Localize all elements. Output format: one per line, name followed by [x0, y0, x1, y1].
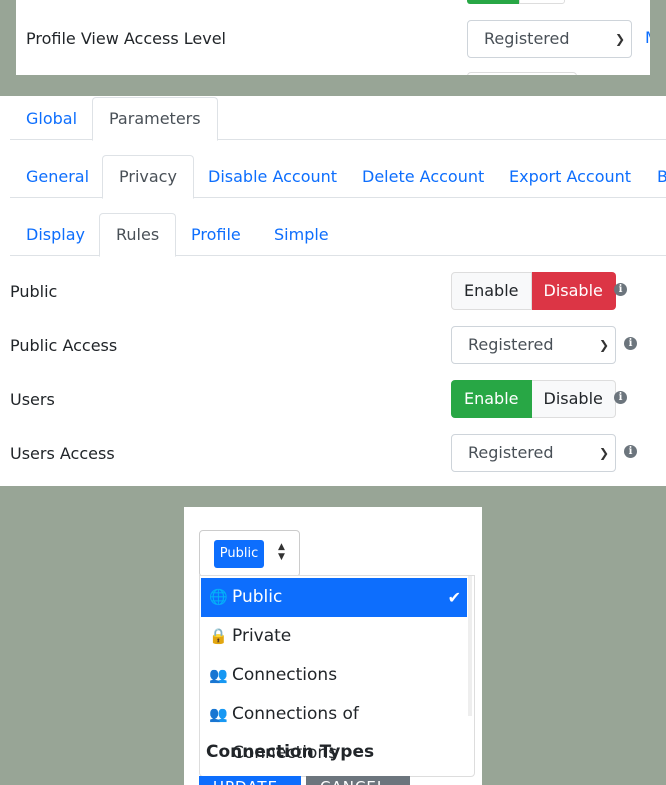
dropdown-scrollbar[interactable]: [468, 576, 472, 716]
users-access-select[interactable]: Registered ❯: [451, 434, 616, 472]
users-label: Users: [10, 390, 55, 409]
option-private[interactable]: 🔒 Private: [201, 617, 467, 656]
privacy-dropdown-panel: Public ▲ ▼ 🌐 Public ✔ 🔒 Private 👥 Connect…: [184, 507, 482, 785]
check-icon: ✔: [447, 588, 461, 607]
option-label: Connections: [232, 665, 338, 685]
connection-types-header: Connection Types: [206, 742, 375, 762]
profile-view-access-label: Profile View Access Level: [26, 29, 226, 48]
tab-general[interactable]: General: [10, 155, 105, 198]
users-disable-button[interactable]: Disable: [531, 380, 616, 418]
users-icon: 👥: [209, 666, 228, 684]
users-access-label: Users Access: [10, 444, 115, 463]
public-toggle: Enable Disable: [451, 272, 616, 310]
users-enable-button[interactable]: Enable: [451, 380, 532, 418]
users-toggle: Enable Disable: [451, 380, 616, 418]
privacy-dropdown-button[interactable]: Public ▲ ▼: [199, 530, 300, 577]
chevron-down-icon: ❯: [598, 446, 609, 460]
public-enable-button[interactable]: Enable: [451, 272, 532, 310]
info-icon[interactable]: i: [614, 283, 627, 296]
chevron-down-icon: ❯: [598, 338, 609, 352]
tab-rules[interactable]: Rules: [99, 213, 177, 257]
users-access-value: Registered: [468, 443, 554, 462]
next-field-stub: [467, 72, 577, 75]
update-button[interactable]: UPDATE: [199, 776, 301, 785]
option-connections-of-connections[interactable]: 👥 Connections of Connections: [201, 695, 467, 763]
tab-simple[interactable]: Simple: [258, 213, 345, 256]
sort-arrows-icon: ▲ ▼: [278, 542, 285, 562]
settings-panel: Global Parameters General Privacy Disabl…: [0, 96, 666, 486]
top-toggle-group: [467, 0, 565, 4]
tab-global[interactable]: Global: [10, 97, 93, 140]
public-access-value: Registered: [468, 335, 554, 354]
chevron-down-icon: ❯: [614, 32, 625, 46]
tabs-level1: Global Parameters: [10, 97, 666, 141]
tabs-level3: Display Rules Profile Simple: [10, 213, 666, 257]
public-label: Public: [10, 282, 58, 301]
tab-privacy[interactable]: Privacy: [102, 155, 194, 199]
top-disable-button[interactable]: [519, 0, 565, 4]
selected-privacy-pill: Public: [214, 540, 264, 568]
tabs-level2: General Privacy Disable Account Delete A…: [10, 155, 666, 199]
tab-disable-account[interactable]: Disable Account: [192, 155, 353, 198]
tab-export-account[interactable]: Export Account: [493, 155, 647, 198]
tab-b[interactable]: B: [641, 155, 666, 198]
globe-icon: 🌐: [209, 588, 228, 606]
info-icon[interactable]: i: [624, 337, 637, 350]
profile-view-access-value: Registered: [484, 29, 570, 48]
public-access-label: Public Access: [10, 336, 118, 355]
info-icon[interactable]: i: [614, 391, 627, 404]
more-link[interactable]: M: [645, 28, 650, 47]
tab-profile[interactable]: Profile: [175, 213, 257, 256]
public-access-select[interactable]: Registered ❯: [451, 326, 616, 364]
tab-display[interactable]: Display: [10, 213, 101, 256]
option-label: Public: [232, 587, 283, 607]
cancel-button[interactable]: CANCEL: [306, 776, 410, 785]
profile-view-access-select[interactable]: Registered ❯: [467, 20, 632, 58]
option-connections[interactable]: 👥 Connections: [201, 656, 467, 695]
tab-parameters[interactable]: Parameters: [92, 97, 218, 141]
privacy-dropdown-menu: 🌐 Public ✔ 🔒 Private 👥 Connections 👥 Con…: [199, 575, 475, 777]
option-label: Private: [232, 626, 292, 646]
tab-delete-account[interactable]: Delete Account: [346, 155, 500, 198]
lock-icon: 🔒: [209, 627, 228, 645]
top-enable-button[interactable]: [467, 0, 519, 4]
public-disable-button[interactable]: Disable: [531, 272, 616, 310]
profile-access-panel: Profile View Access Level Registered ❯ M: [16, 0, 650, 75]
info-icon[interactable]: i: [624, 445, 637, 458]
users-icon: 👥: [209, 705, 228, 723]
option-public[interactable]: 🌐 Public ✔: [201, 578, 467, 617]
